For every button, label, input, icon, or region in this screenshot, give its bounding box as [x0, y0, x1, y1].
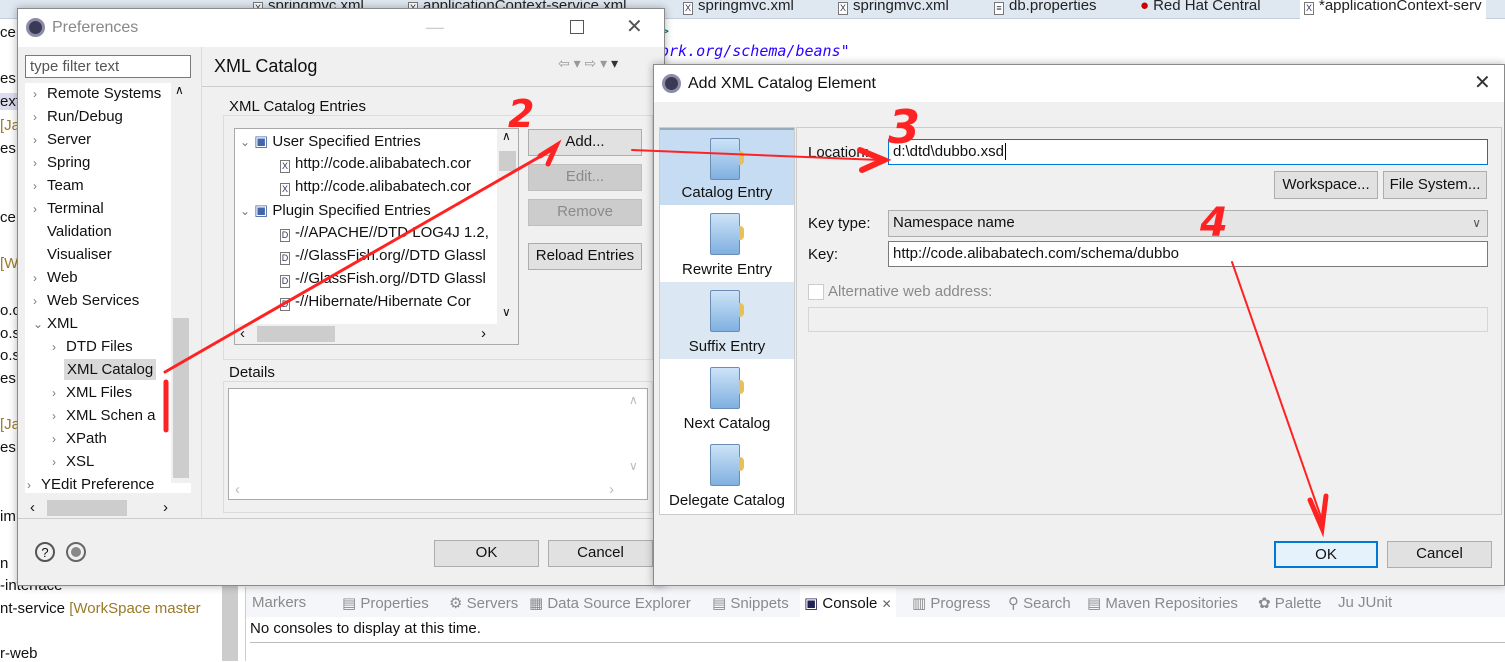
annotation-step-2: 2 — [508, 92, 535, 136]
arrow-1-to-2 — [163, 146, 557, 374]
arrowhead — [537, 139, 562, 167]
annotation-arrows — [163, 139, 1329, 538]
annotation-step-4: 4 — [1200, 200, 1228, 246]
arrow-4-to-ok — [1231, 261, 1323, 521]
arrowhead — [1307, 493, 1329, 538]
annotation-step-3: 3 — [888, 100, 921, 154]
arrow-2-to-3 — [631, 149, 881, 161]
